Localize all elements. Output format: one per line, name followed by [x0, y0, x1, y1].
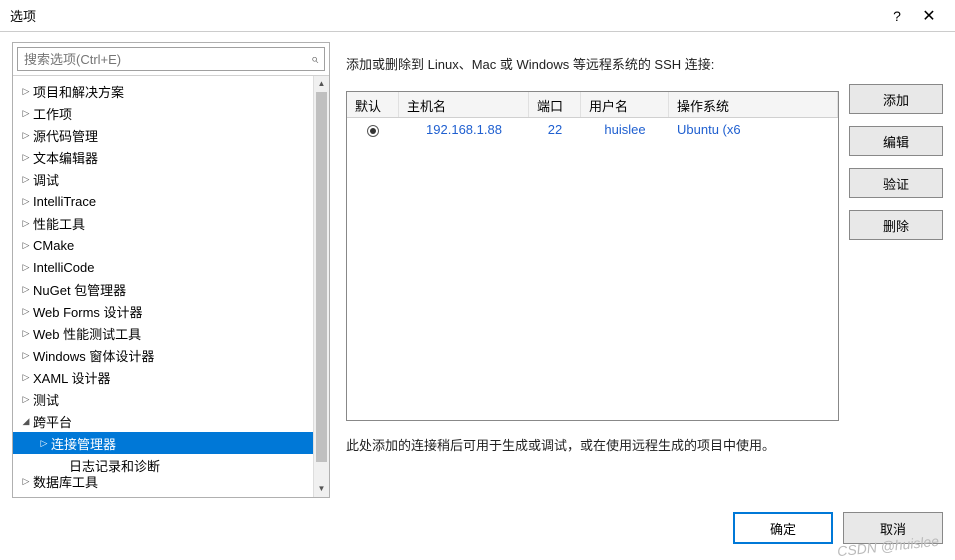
edit-button[interactable]: 编辑: [849, 126, 943, 156]
main-panel: 添加或删除到 Linux、Mac 或 Windows 等远程系统的 SSH 连接…: [346, 54, 839, 498]
scroll-thumb[interactable]: [316, 92, 327, 462]
tree-item[interactable]: ▷性能工具: [13, 212, 329, 234]
default-radio[interactable]: [347, 118, 399, 144]
tree-item-label: 工作项: [33, 104, 72, 123]
chevron-right-icon: ▷: [19, 350, 33, 361]
tree-item-label: IntelliCode: [33, 260, 94, 275]
tree-item[interactable]: ▷项目和解决方案: [13, 80, 329, 102]
chevron-right-icon: ▷: [19, 284, 33, 295]
sidebar: ⌕ ▷项目和解决方案▷工作项▷源代码管理▷文本编辑器▷调试▷IntelliTra…: [12, 42, 330, 498]
tree-item[interactable]: ▷工作项: [13, 102, 329, 124]
tree-item[interactable]: ▷CMake: [13, 234, 329, 256]
search-box[interactable]: ⌕: [17, 47, 325, 71]
chevron-right-icon: ▷: [19, 240, 33, 251]
verify-button[interactable]: 验证: [849, 168, 943, 198]
tree-item-label: 测试: [33, 390, 59, 409]
table-row[interactable]: 192.168.1.88 22 huislee Ubuntu (x6: [347, 118, 838, 144]
tree-item-label: 文本编辑器: [33, 148, 98, 167]
add-button[interactable]: 添加: [849, 84, 943, 114]
tree-item-label: XAML 设计器: [33, 368, 111, 387]
tree-item-label: IntelliTrace: [33, 194, 96, 209]
tree-item-label: 数据库工具: [33, 472, 98, 491]
search-input[interactable]: [24, 52, 311, 67]
chevron-right-icon: ▷: [19, 86, 33, 97]
tree-item-label: CMake: [33, 238, 74, 253]
tree-item-label: 调试: [33, 170, 59, 189]
chevron-down-icon: ◢: [19, 416, 33, 427]
scroll-down-icon[interactable]: ▼: [314, 481, 329, 497]
tree-item-label: Web 性能测试工具: [33, 324, 141, 343]
chevron-right-icon: ▷: [19, 196, 33, 207]
tree-item-label: Windows 窗体设计器: [33, 346, 154, 365]
tree-item[interactable]: ▷Web 性能测试工具: [13, 322, 329, 344]
table-header: 默认 主机名 端口 用户名 操作系统: [347, 92, 838, 118]
chevron-right-icon: ▷: [19, 306, 33, 317]
tree-item[interactable]: ▷源代码管理: [13, 124, 329, 146]
chevron-right-icon: ▷: [19, 130, 33, 141]
tree-item-label: 源代码管理: [33, 126, 98, 145]
tree-item-label: 性能工具: [33, 214, 85, 233]
chevron-right-icon: ▷: [19, 152, 33, 163]
description-top: 添加或删除到 Linux、Mac 或 Windows 等远程系统的 SSH 连接…: [346, 54, 839, 73]
search-icon: ⌕: [311, 51, 318, 67]
tree-item[interactable]: ▷Windows 窗体设计器: [13, 344, 329, 366]
tree-item-label: 连接管理器: [51, 434, 116, 453]
col-os[interactable]: 操作系统: [669, 92, 838, 117]
chevron-right-icon: ▷: [19, 476, 33, 487]
footer: 确定 取消: [0, 504, 955, 552]
chevron-right-icon: ▷: [37, 438, 51, 449]
ok-button[interactable]: 确定: [733, 512, 833, 544]
description-bottom: 此处添加的连接稍后可用于生成或调试，或在使用远程生成的项目中使用。: [346, 435, 839, 454]
col-user[interactable]: 用户名: [581, 92, 669, 117]
chevron-right-icon: ▷: [19, 108, 33, 119]
chevron-right-icon: ▷: [19, 394, 33, 405]
tree-item[interactable]: ▷文本编辑器: [13, 146, 329, 168]
tree-item[interactable]: ▷数据库工具: [13, 476, 329, 487]
options-tree: ▷项目和解决方案▷工作项▷源代码管理▷文本编辑器▷调试▷IntelliTrace…: [13, 76, 329, 497]
scrollbar[interactable]: ▲ ▼: [313, 76, 329, 497]
help-button[interactable]: ?: [881, 8, 913, 24]
tree-item[interactable]: ▷Web Forms 设计器: [13, 300, 329, 322]
cell-port: 22: [529, 118, 581, 144]
tree-item[interactable]: ▷测试: [13, 388, 329, 410]
cell-host: 192.168.1.88: [399, 118, 529, 144]
cancel-button[interactable]: 取消: [843, 512, 943, 544]
titlebar: 选项 ? ✕: [0, 0, 955, 32]
chevron-right-icon: ▷: [19, 262, 33, 273]
chevron-right-icon: ▷: [19, 328, 33, 339]
col-host[interactable]: 主机名: [399, 92, 529, 117]
tree-item[interactable]: ▷调试: [13, 168, 329, 190]
delete-button[interactable]: 删除: [849, 210, 943, 240]
tree-item-label: Web Forms 设计器: [33, 302, 143, 321]
cell-user: huislee: [581, 118, 669, 144]
connections-table: 默认 主机名 端口 用户名 操作系统 192.168.1.88 22 huisl…: [346, 91, 839, 421]
chevron-right-icon: ▷: [19, 372, 33, 383]
tree-item-label: 项目和解决方案: [33, 82, 124, 101]
window-title: 选项: [10, 6, 36, 25]
col-port[interactable]: 端口: [529, 92, 581, 117]
action-buttons: 添加 编辑 验证 删除: [849, 54, 943, 498]
col-default[interactable]: 默认: [347, 92, 399, 117]
close-button[interactable]: ✕: [913, 6, 945, 26]
cell-os: Ubuntu (x6: [669, 118, 838, 144]
tree-item-label: 跨平台: [33, 412, 72, 431]
chevron-right-icon: ▷: [19, 174, 33, 185]
tree-item[interactable]: ▷XAML 设计器: [13, 366, 329, 388]
tree-item[interactable]: ◢跨平台: [13, 410, 329, 432]
tree-item-label: NuGet 包管理器: [33, 280, 126, 299]
tree-item[interactable]: ▷IntelliCode: [13, 256, 329, 278]
chevron-right-icon: ▷: [19, 218, 33, 229]
tree-item[interactable]: ▷连接管理器: [13, 432, 329, 454]
tree-item[interactable]: ▷IntelliTrace: [13, 190, 329, 212]
tree-item[interactable]: ▷NuGet 包管理器: [13, 278, 329, 300]
scroll-up-icon[interactable]: ▲: [314, 76, 329, 92]
